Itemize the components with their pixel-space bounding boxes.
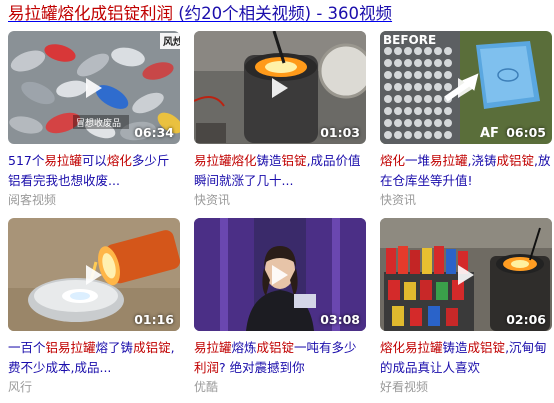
thumbnail-overlay-after: AF <box>480 126 499 141</box>
title-part-highlight: 铝锭 <box>281 153 307 168</box>
video-thumbnail[interactable]: 03:08 <box>194 218 366 331</box>
video-card[interactable]: 风炒 冒想收废品 06:34 517个易拉罐可以熔化多少斤铝看完我也想收废...… <box>8 31 180 208</box>
video-title[interactable]: 熔化易拉罐铸造成铝锭,沉甸甸的成品真让人喜欢 <box>380 338 552 378</box>
title-part-highlight: 易拉罐 <box>44 153 82 168</box>
title-part-highlight: 易拉罐 <box>58 340 96 355</box>
video-card[interactable]: 01:03 易拉罐熔化铸造铝锭,成品价值 瞬间就涨了几十... 快资讯 <box>194 31 366 208</box>
play-icon[interactable] <box>457 264 475 286</box>
title-part: ? 绝对震撼到你 <box>219 360 305 375</box>
video-card[interactable]: 02:06 熔化易拉罐铸造成铝锭,沉甸甸的成品真让人喜欢 好看视频 <box>380 218 552 395</box>
video-title[interactable]: 一百个铝易拉罐熔了铸成铝锭,费不少成本,成品... <box>8 338 180 378</box>
video-card[interactable]: BEFORE AF 06:05 熔化一堆易拉罐,浇铸成铝锭,放在仓库坐等升值! … <box>380 31 552 208</box>
title-query-text: 易拉罐熔化成铝锭利润 <box>8 4 173 23</box>
video-duration: 02:06 <box>506 312 546 327</box>
video-title[interactable]: 易拉罐熔化铸造铝锭,成品价值 瞬间就涨了几十... <box>194 151 366 191</box>
play-icon[interactable] <box>271 264 289 286</box>
video-thumbnail[interactable]: 01:03 <box>194 31 366 144</box>
thumbnail-caption: 冒想收废品 <box>76 117 121 129</box>
video-title[interactable]: 熔化一堆易拉罐,浇铸成铝锭,放在仓库坐等升值! <box>380 151 552 191</box>
title-part: 一吨有多少 <box>294 340 357 355</box>
title-part: 熔了铸 <box>95 340 134 355</box>
play-icon[interactable] <box>457 77 475 99</box>
title-part: 可以 <box>81 153 107 168</box>
video-thumbnail[interactable]: 01:16 <box>8 218 180 331</box>
video-source: 阅客视频 <box>8 193 57 207</box>
video-card[interactable]: 01:16 一百个铝易拉罐熔了铸成铝锭,费不少成本,成品... 风行 <box>8 218 180 395</box>
title-part-highlight: 成铝锭 <box>496 153 535 168</box>
video-thumbnail[interactable]: 风炒 冒想收废品 06:34 <box>8 31 180 144</box>
play-icon[interactable] <box>85 264 103 286</box>
title-part-highlight: 易拉罐 <box>194 340 232 355</box>
title-part: 熔炼 <box>231 340 257 355</box>
title-part: 517个 <box>8 153 45 168</box>
title-part: 铸造 <box>442 340 468 355</box>
video-source: 好看视频 <box>380 380 429 394</box>
title-part-highlight: 铝 <box>45 340 59 355</box>
video-duration: 06:34 <box>134 125 174 140</box>
video-duration: 03:08 <box>320 312 360 327</box>
video-source: 风行 <box>8 380 33 394</box>
title-part-highlight: 成铝锭 <box>467 340 506 355</box>
play-icon[interactable] <box>271 77 289 99</box>
title-part-highlight: 熔化 <box>380 153 406 168</box>
video-title[interactable]: 易拉罐熔炼成铝锭一吨有多少利润? 绝对震撼到你 <box>194 338 366 378</box>
video-source: 快资讯 <box>380 193 417 207</box>
video-thumbnail[interactable]: BEFORE AF 06:05 <box>380 31 552 144</box>
title-suffix-text: (约20个相关视频) - 360视频 <box>173 4 393 23</box>
title-part: ,浇铸 <box>467 153 497 168</box>
title-part-highlight: 易拉罐 <box>194 153 232 168</box>
title-part: 铸造 <box>256 153 282 168</box>
result-title-link[interactable]: 易拉罐熔化成铝锭利润 (约20个相关视频) - 360视频 <box>8 4 392 23</box>
title-part-highlight: 熔化 <box>380 340 406 355</box>
play-icon[interactable] <box>85 77 103 99</box>
video-thumbnail[interactable]: 02:06 <box>380 218 552 331</box>
title-part-highlight: 成铝锭 <box>133 340 171 355</box>
video-source: 优酷 <box>194 380 219 394</box>
thumbnail-overlay-before: BEFORE <box>383 33 436 47</box>
video-source: 快资讯 <box>194 193 231 207</box>
title-part-highlight: 成铝锭 <box>256 340 295 355</box>
title-part: 一堆 <box>405 153 431 168</box>
video-duration: 01:03 <box>320 125 360 140</box>
video-title[interactable]: 517个易拉罐可以熔化多少斤铝看完我也想收废... <box>8 151 180 191</box>
video-duration: 06:05 <box>506 125 546 140</box>
video-card[interactable]: 03:08 易拉罐熔炼成铝锭一吨有多少利润? 绝对震撼到你 优酷 <box>194 218 366 395</box>
video-duration: 01:16 <box>134 312 174 327</box>
title-part-highlight: 易拉罐 <box>405 340 443 355</box>
title-part-highlight: 易拉罐 <box>430 153 468 168</box>
title-part-highlight: 熔化 <box>231 153 257 168</box>
title-part-highlight: 熔化 <box>106 153 132 168</box>
result-header: 易拉罐熔化成铝锭利润 (约20个相关视频) - 360视频 <box>8 2 392 26</box>
title-part: 一百个 <box>8 340 46 355</box>
thumbnail-watermark: 风炒 <box>163 36 180 48</box>
title-part-highlight: 利润 <box>194 360 220 375</box>
